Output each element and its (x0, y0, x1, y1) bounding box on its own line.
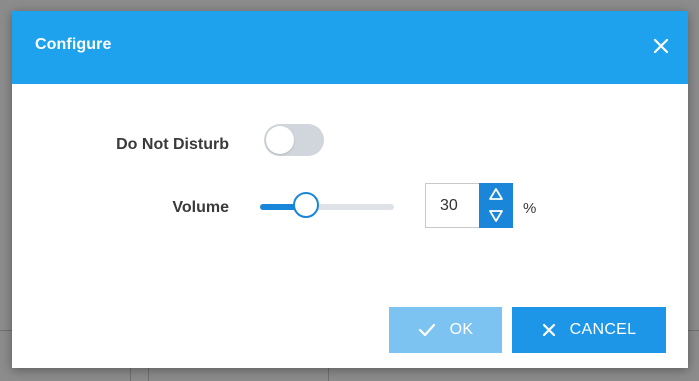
cancel-button[interactable]: CANCEL (512, 307, 666, 353)
cancel-label: CANCEL (569, 321, 637, 338)
slider-thumb[interactable] (293, 192, 319, 218)
stepper-buttons (479, 183, 513, 228)
volume-input[interactable] (425, 183, 479, 228)
volume-slider[interactable] (260, 192, 394, 222)
x-icon (542, 323, 556, 337)
volume-stepper (425, 183, 513, 228)
ok-button[interactable]: OK (389, 307, 502, 353)
close-icon (653, 38, 669, 54)
dialog-title: Configure (35, 36, 112, 53)
volume-label: Volume (172, 199, 229, 216)
dialog-header: Configure (12, 11, 688, 84)
ok-label: OK (449, 321, 474, 338)
increment-button[interactable] (479, 184, 513, 206)
configure-dialog: Configure Do Not Disturb Volume 30 % OK … (12, 11, 688, 368)
close-button[interactable] (648, 33, 674, 59)
triangle-down-icon (489, 210, 503, 222)
do-not-disturb-toggle[interactable] (264, 124, 324, 156)
toggle-knob (266, 126, 294, 154)
do-not-disturb-label: Do Not Disturb (116, 136, 229, 153)
decrement-button[interactable] (479, 206, 513, 228)
volume-unit: % (523, 200, 537, 217)
triangle-up-icon (489, 188, 503, 200)
check-icon (418, 323, 436, 337)
